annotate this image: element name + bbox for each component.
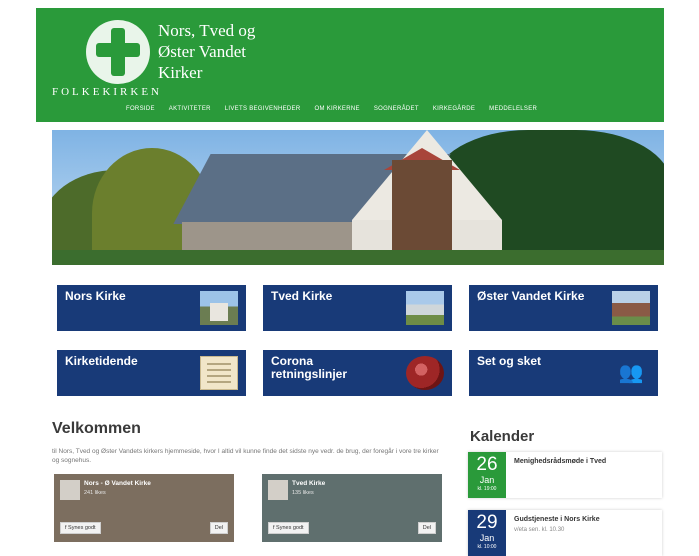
- calendar-event[interactable]: 29 Jan kl. 10:00 Gudstjeneste i Nors Kir…: [468, 510, 662, 556]
- nav-item-aktiviteter[interactable]: AKTIVITETER: [169, 106, 211, 112]
- facebook-page-name[interactable]: Nors - Ø Vandet Kirke: [84, 480, 151, 487]
- nav-item-livets-begivenheder[interactable]: LIVETS BEGIVENHEDER: [225, 106, 301, 112]
- nav-item-sogneraadet[interactable]: SOGNERÅDET: [374, 106, 419, 112]
- facebook-page-name[interactable]: Tved Kirke: [292, 480, 325, 487]
- tile-nors-kirke[interactable]: Nors Kirke: [57, 285, 246, 331]
- share-button[interactable]: Del: [209, 522, 228, 534]
- site-title[interactable]: Nors, Tved og Øster Vandet Kirker: [158, 20, 255, 83]
- tile-set-og-sket[interactable]: Set og sket 👥: [469, 350, 658, 396]
- event-month: Jan: [479, 533, 495, 543]
- facebook-widget-nors[interactable]: Nors - Ø Vandet Kirke 241 likes f Synes …: [54, 474, 234, 542]
- avatar: [60, 480, 80, 500]
- nav-item-forside[interactable]: FORSIDE: [126, 106, 155, 112]
- tile-label: Tved Kirke: [271, 289, 333, 303]
- like-button[interactable]: f Synes godt: [60, 522, 101, 534]
- welcome-heading: Velkommen: [52, 420, 141, 437]
- hero-church-image: [52, 130, 664, 265]
- share-button[interactable]: Del: [417, 522, 436, 534]
- brand-wordmark: FOLKEKIRKEN: [52, 86, 162, 98]
- welcome-text: til Nors, Tved og Øster Vandets kirkers …: [52, 448, 439, 464]
- event-day: 29: [476, 512, 498, 533]
- newspaper-icon: [200, 356, 238, 390]
- tile-tved-kirke[interactable]: Tved Kirke: [263, 285, 452, 331]
- event-subtitle: v/eta sen. kl. 10.30: [514, 527, 565, 533]
- facebook-likes: 241 likes: [84, 490, 106, 496]
- calendar-event[interactable]: 26 Jan kl. 19:00 Menighedsrådsmøde i Tve…: [468, 452, 662, 498]
- title-line-3: Kirker: [158, 63, 203, 82]
- nav-item-meddelelser[interactable]: MEDDELELSER: [489, 106, 537, 112]
- event-date-badge: 29 Jan kl. 10:00: [468, 510, 506, 556]
- church-photo-icon: [200, 291, 238, 325]
- event-time: kl. 10:00: [477, 544, 497, 550]
- event-time: kl. 19:00: [477, 486, 497, 492]
- people-icon: 👥: [618, 362, 644, 384]
- event-title[interactable]: Menighedsrådsmøde i Tved: [514, 458, 606, 465]
- nav-item-om-kirkerne[interactable]: OM KIRKERNE: [315, 106, 360, 112]
- site-header: Nors, Tved og Øster Vandet Kirker FOLKEK…: [36, 8, 664, 122]
- church-photo-icon: [406, 291, 444, 325]
- title-line-1: Nors, Tved og: [158, 21, 256, 40]
- church-photo-icon: [612, 291, 650, 325]
- like-button[interactable]: f Synes godt: [268, 522, 309, 534]
- event-date-badge: 26 Jan kl. 19:00: [468, 452, 506, 498]
- facebook-likes: 135 likes: [292, 490, 314, 496]
- tile-kirketidende[interactable]: Kirketidende: [57, 350, 246, 396]
- tile-label: Kirketidende: [65, 354, 138, 368]
- main-nav: FORSIDE AKTIVITETER LIVETS BEGIVENHEDER …: [126, 106, 537, 112]
- event-title[interactable]: Gudstjeneste i Nors Kirke: [514, 516, 600, 523]
- event-month: Jan: [479, 475, 495, 485]
- calendar-heading: Kalender: [470, 428, 535, 445]
- tile-label: Øster Vandet Kirke: [477, 289, 585, 303]
- tile-corona-retningslinjer[interactable]: Corona retningslinjer: [263, 350, 452, 396]
- title-line-2: Øster Vandet: [158, 42, 246, 61]
- avatar: [268, 480, 288, 500]
- tile-oester-vandet-kirke[interactable]: Øster Vandet Kirke: [469, 285, 658, 331]
- tile-label: Set og sket: [477, 354, 542, 368]
- tile-label: Corona retningslinjer: [271, 354, 348, 381]
- virus-icon: [406, 356, 444, 390]
- tile-label: Nors Kirke: [65, 289, 126, 303]
- folkekirken-cross-logo[interactable]: [86, 20, 150, 84]
- facebook-widget-tved[interactable]: Tved Kirke 135 likes f Synes godt Del: [262, 474, 442, 542]
- nav-item-kirkegaarde[interactable]: KIRKEGÅRDE: [433, 106, 475, 112]
- event-day: 26: [476, 454, 498, 475]
